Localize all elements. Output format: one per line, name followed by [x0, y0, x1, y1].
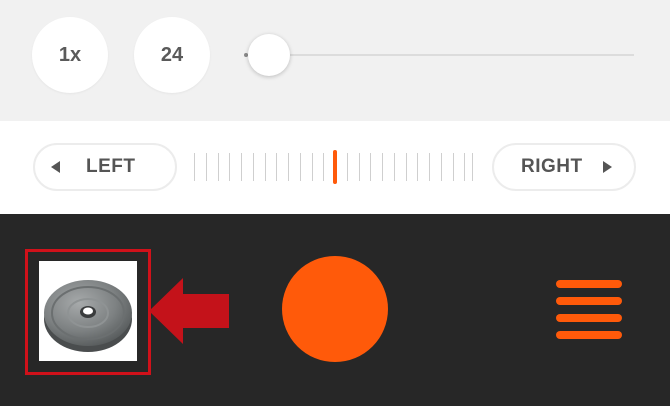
- ruler-tick: [359, 153, 360, 181]
- record-button[interactable]: [282, 256, 388, 362]
- ruler-tick: [241, 153, 242, 181]
- speed-label: 1x: [58, 43, 82, 66]
- right-label: RIGHT: [521, 156, 583, 177]
- media-thumbnail[interactable]: [39, 261, 137, 361]
- menu-bar: [556, 314, 622, 322]
- menu-bar: [556, 280, 622, 288]
- left-button[interactable]: LEFT: [33, 143, 177, 191]
- ruler-tick: [453, 153, 454, 181]
- bottom-toolbar: [0, 214, 670, 406]
- ruler-tick: [218, 153, 219, 181]
- ruler-tick: [472, 153, 473, 181]
- ruler-tick: [441, 153, 442, 181]
- ruler-tick: [394, 153, 395, 181]
- caret-right-icon: [602, 161, 612, 173]
- slider-track[interactable]: [246, 54, 634, 56]
- top-controls: 1x 24: [0, 0, 670, 121]
- direction-ruler[interactable]: [194, 150, 476, 184]
- ruler-tick: [464, 153, 465, 181]
- left-label: LEFT: [86, 156, 136, 177]
- count-label: 24: [160, 43, 184, 66]
- ruler-tick: [265, 153, 266, 181]
- ruler-tick: [347, 153, 348, 181]
- menu-bar: [556, 331, 622, 339]
- ruler-tick: [253, 153, 254, 181]
- ruler-tick: [406, 153, 407, 181]
- direction-controls: LEFT RIGHT: [0, 121, 670, 214]
- speed-button[interactable]: 1x: [32, 17, 108, 93]
- menu-bar: [556, 297, 622, 305]
- ruler-tick: [276, 153, 277, 181]
- weight-plate-icon: [44, 280, 132, 352]
- hamburger-menu-icon[interactable]: [556, 280, 622, 340]
- caret-left-icon: [51, 161, 60, 173]
- ruler-tick: [288, 153, 289, 181]
- count-button[interactable]: 24: [134, 17, 210, 93]
- red-arrow-icon: [149, 278, 229, 344]
- ruler-tick: [194, 153, 195, 181]
- ruler-tick: [370, 153, 371, 181]
- slider-thumb[interactable]: [248, 34, 290, 76]
- ruler-tick: [312, 153, 313, 181]
- ruler-tick: [382, 153, 383, 181]
- ruler-tick: [417, 153, 418, 181]
- ruler-tick: [300, 153, 301, 181]
- ruler-tick: [229, 153, 230, 181]
- ruler-tick: [429, 153, 430, 181]
- ruler-tick: [206, 153, 207, 181]
- ruler-tick: [323, 153, 324, 181]
- right-button[interactable]: RIGHT: [492, 143, 636, 191]
- ruler-active-tick: [333, 150, 337, 184]
